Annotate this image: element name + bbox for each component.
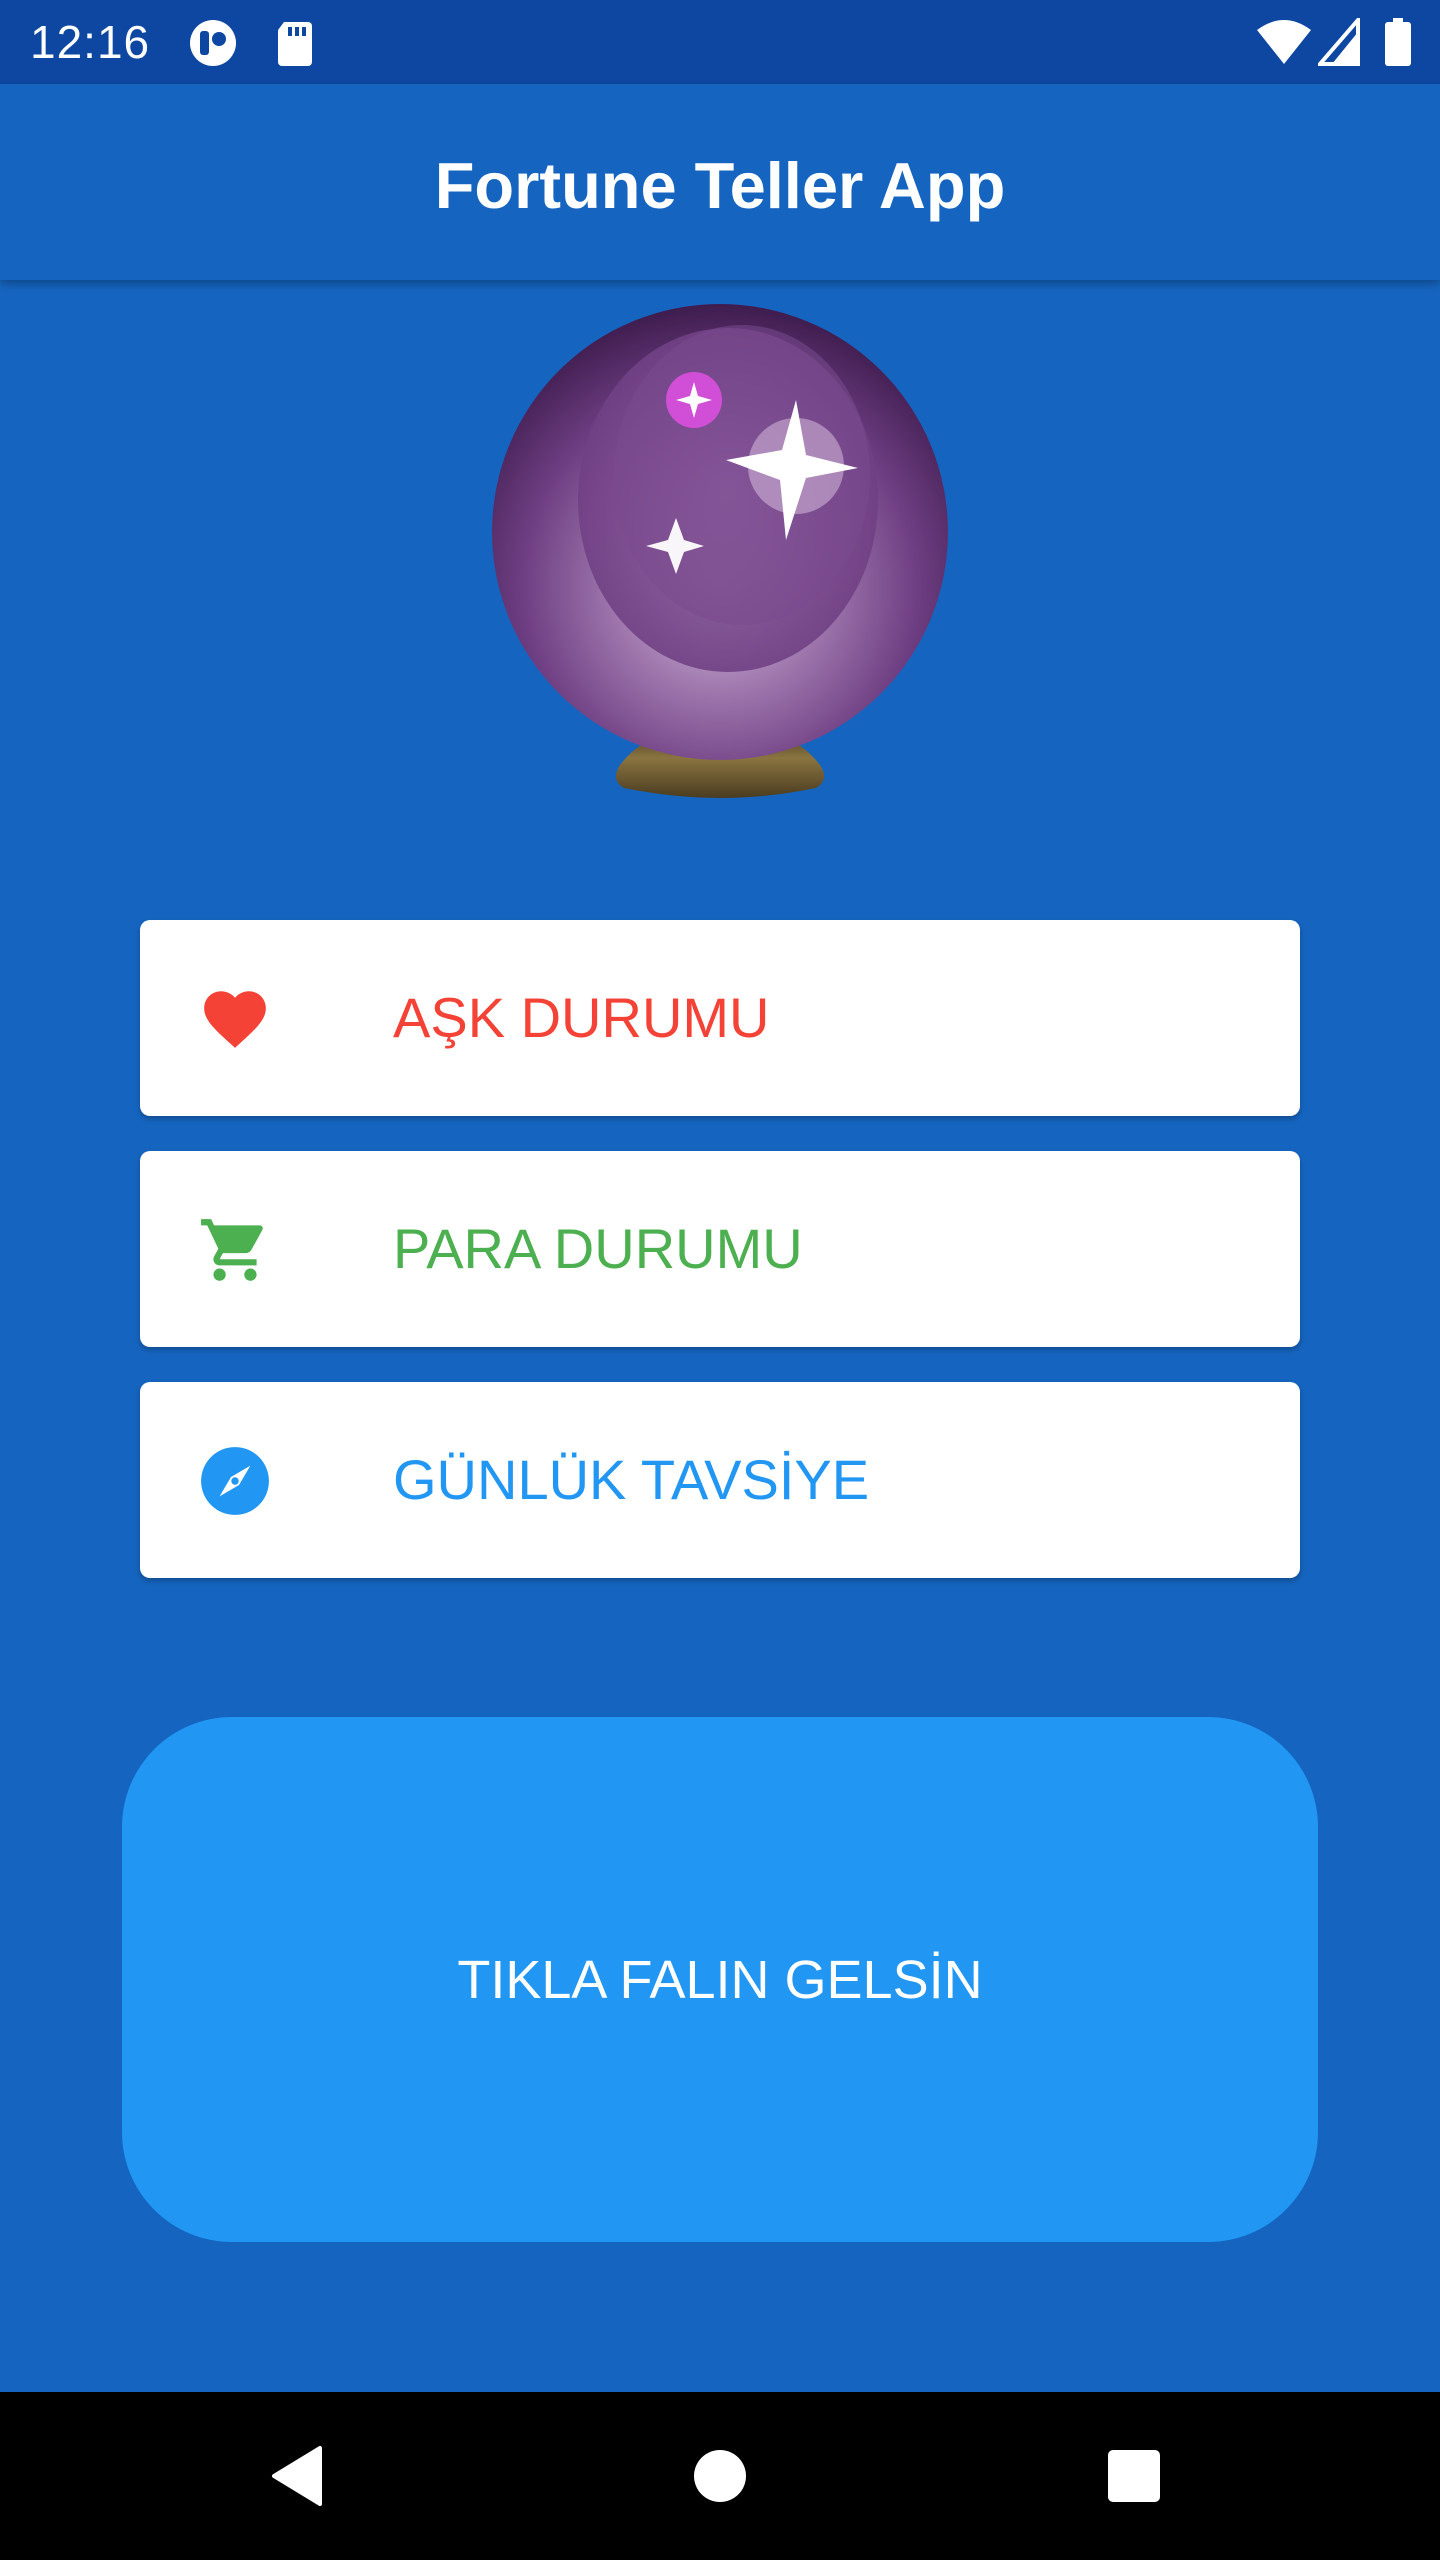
crystal-ball-icon <box>492 304 948 798</box>
shopping-cart-icon <box>201 1219 263 1281</box>
option-label-money: PARA DURUMU <box>393 1217 803 1280</box>
home-icon[interactable] <box>678 2434 762 2518</box>
option-card-money[interactable]: PARA DURUMU <box>140 1151 1300 1347</box>
option-label-advice: GÜNLÜK TAVSİYE <box>393 1448 870 1511</box>
cell-signal-icon <box>1318 18 1360 66</box>
heart-icon <box>204 991 266 1048</box>
status-bar: 12:16 <box>0 0 1440 84</box>
notification-app-icon <box>190 20 236 66</box>
option-card-love[interactable]: AŞK DURUMU <box>140 920 1300 1116</box>
app-screen: 12:16 Fortune Teller App AŞK DURUMU PARA… <box>0 0 1440 2560</box>
app-title: Fortune Teller App <box>434 149 1006 222</box>
compass-icon <box>201 1447 269 1515</box>
option-label-love: AŞK DURUMU <box>393 986 770 1049</box>
wifi-icon <box>1257 20 1311 64</box>
app-bar: Fortune Teller App <box>0 84 1440 280</box>
option-card-advice[interactable]: GÜNLÜK TAVSİYE <box>140 1382 1300 1578</box>
recents-icon[interactable] <box>1092 2434 1176 2518</box>
navigation-bar <box>0 2392 1440 2560</box>
get-fortune-button[interactable]: TIKLA FALIN GELSİN <box>122 1717 1318 2242</box>
back-icon[interactable] <box>258 2434 342 2518</box>
status-time: 12:16 <box>30 16 151 68</box>
battery-icon <box>1385 18 1411 66</box>
get-fortune-label: TIKLA FALIN GELSİN <box>457 1949 983 2010</box>
sd-card-icon <box>278 22 312 66</box>
